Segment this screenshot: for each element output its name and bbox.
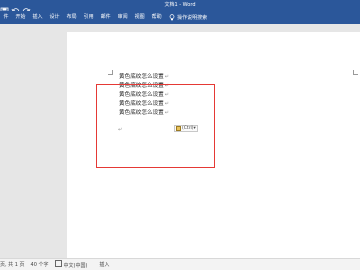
tab-references[interactable]: 引用 — [80, 11, 97, 24]
tab-layout[interactable]: 布局 — [63, 11, 80, 24]
quick-access-toolbar — [0, 1, 44, 16]
insert-mode[interactable]: 插入 — [99, 261, 109, 268]
margin-corner-mark — [108, 70, 113, 75]
lightbulb-icon — [169, 14, 175, 21]
tab-file[interactable]: 件 — [0, 11, 12, 24]
paragraph-mark: ↵ — [164, 74, 169, 80]
ribbon-tabs: 件 开始 插入 设计 布局 引用 邮件 审阅 视图 帮助 操作说明搜索 — [0, 11, 360, 24]
proofing-icon — [54, 260, 62, 267]
language-label: 中文(中国) — [63, 263, 88, 269]
word-count[interactable]: 40 个字 — [31, 261, 49, 268]
tab-insert[interactable]: 插入 — [29, 11, 46, 24]
tab-mailings[interactable]: 邮件 — [97, 11, 114, 24]
customize-icon[interactable] — [33, 1, 42, 13]
tab-help[interactable]: 帮助 — [148, 11, 165, 24]
tell-me-label: 操作说明搜索 — [177, 15, 208, 21]
tab-review[interactable]: 审阅 — [114, 11, 131, 24]
tab-view[interactable]: 视图 — [131, 11, 148, 24]
document-area[interactable]: 黄色底纹怎么设置 ↵ 黄色底纹怎么设置 ↵ 黄色底纹怎么设置 ↵ 黄色底纹怎么设置 ↵ … — [0, 24, 360, 258]
status-bar: 页, 共 1 页 40 个字 中文(中国) 插入 — [0, 258, 360, 270]
title-bar: 文档1 - Word — [0, 0, 360, 16]
undo-icon[interactable] — [11, 1, 20, 16]
language-indicator[interactable]: 中文(中国) — [54, 260, 94, 269]
highlight-annotation-box — [96, 84, 215, 168]
save-icon[interactable] — [0, 1, 9, 16]
tell-me-search[interactable]: 操作说明搜索 — [169, 14, 207, 21]
line-text: 黄色底纹怎么设置 — [119, 74, 164, 80]
redo-icon[interactable] — [22, 1, 31, 16]
tab-home[interactable]: 开始 — [12, 11, 29, 24]
window-title: 文档1 - Word — [164, 2, 196, 8]
tab-design[interactable]: 设计 — [46, 11, 63, 24]
page-info[interactable]: 页, 共 1 页 — [0, 261, 25, 268]
margin-corner-mark — [353, 70, 358, 75]
text-line[interactable]: 黄色底纹怎么设置 ↵ — [119, 73, 169, 82]
